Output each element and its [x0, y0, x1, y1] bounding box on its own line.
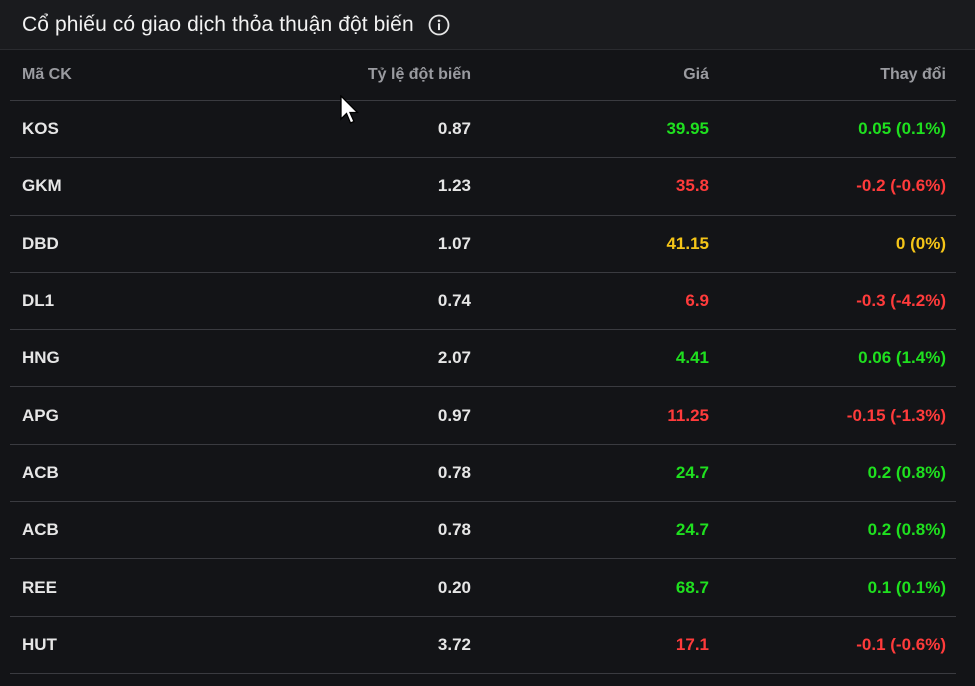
column-header-change[interactable]: Thay đổi — [709, 66, 946, 84]
cell-symbol: DBD — [22, 233, 59, 253]
cell-ratio: 0.78 — [437, 520, 471, 540]
table-row[interactable]: APG 0.97 11.25 -0.15 (-1.3%) — [10, 387, 956, 445]
cell-price: 17.1 — [675, 634, 709, 654]
info-icon[interactable] — [428, 14, 450, 36]
cell-price: 68.7 — [675, 577, 709, 597]
cell-ratio: 0.78 — [437, 462, 471, 482]
cell-ratio: 0.20 — [437, 577, 471, 597]
cell-symbol: APG — [22, 405, 59, 425]
table-row[interactable]: HUT 3.72 17.1 -0.1 (-0.6%) — [10, 617, 956, 674]
cell-price: 4.41 — [675, 348, 709, 368]
column-header-ratio[interactable]: Tỷ lệ đột biến — [260, 66, 471, 84]
cell-price: 39.95 — [666, 119, 709, 139]
cell-symbol: DL1 — [22, 291, 55, 311]
cell-change: 0.05 (0.1%) — [858, 119, 946, 139]
cell-change: -0.3 (-4.2%) — [856, 291, 946, 311]
cell-price: 35.8 — [675, 176, 709, 196]
block-trade-panel: Cổ phiếu có giao dịch thỏa thuận đột biế… — [0, 0, 975, 686]
cell-price: 24.7 — [675, 520, 709, 540]
cell-ratio: 0.74 — [437, 291, 471, 311]
table-row[interactable]: HNG 2.07 4.41 0.06 (1.4%) — [10, 330, 956, 388]
cell-symbol: KOS — [22, 119, 59, 139]
cell-ratio: 1.23 — [437, 176, 471, 196]
cell-change: -0.15 (-1.3%) — [846, 405, 946, 425]
cell-ratio: 0.97 — [437, 405, 471, 425]
table-row[interactable]: ACB 0.78 24.7 0.2 (0.8%) — [10, 502, 956, 560]
cell-symbol: HUT — [22, 634, 57, 654]
cell-ratio: 1.07 — [437, 233, 471, 253]
cell-ratio: 0.87 — [437, 119, 471, 139]
panel-title: Cổ phiếu có giao dịch thỏa thuận đột biế… — [22, 12, 414, 36]
mouse-cursor-icon — [340, 95, 360, 124]
cell-symbol: HNG — [22, 348, 60, 368]
column-header-price[interactable]: Giá — [471, 66, 709, 84]
cell-change: 0.1 (0.1%) — [867, 577, 946, 597]
cell-price: 11.25 — [667, 405, 709, 425]
cell-ratio: 3.72 — [437, 634, 471, 654]
table-body: KOS 0.87 39.95 0.05 (0.1%) GKM 1.23 35.8 -0.2 (… — [10, 101, 956, 674]
cell-change: 0.06 (1.4%) — [858, 348, 946, 368]
cell-price: 6.9 — [685, 291, 709, 311]
cell-symbol: ACB — [22, 462, 59, 482]
table-row[interactable]: DBD 1.07 41.15 0 (0%) — [10, 216, 956, 273]
cell-price: 24.7 — [675, 462, 709, 482]
cell-symbol: ACB — [22, 520, 59, 540]
cell-price: 41.15 — [666, 233, 709, 253]
cell-change: 0 (0%) — [895, 233, 946, 253]
panel-header: Cổ phiếu có giao dịch thỏa thuận đột biế… — [0, 0, 975, 50]
stock-table: Mã CK Tỷ lệ đột biến Giá Thay đổi KOS 0.8… — [10, 50, 956, 674]
cell-change: -0.2 (-0.6%) — [856, 176, 946, 196]
table-row[interactable]: REE 0.20 68.7 0.1 (0.1%) — [10, 559, 956, 617]
table-header-row: Mã CK Tỷ lệ đột biến Giá Thay đổi — [10, 50, 956, 101]
cell-symbol: REE — [22, 577, 57, 597]
table-row[interactable]: KOS 0.87 39.95 0.05 (0.1%) — [10, 101, 956, 159]
cell-change: -0.1 (-0.6%) — [856, 634, 946, 654]
cell-change: 0.2 (0.8%) — [867, 462, 946, 482]
table-row[interactable]: ACB 0.78 24.7 0.2 (0.8%) — [10, 445, 956, 503]
column-header-symbol[interactable]: Mã CK — [10, 66, 260, 84]
table-row[interactable]: DL1 0.74 6.9 -0.3 (-4.2%) — [10, 273, 956, 331]
cell-symbol: GKM — [22, 176, 62, 196]
cell-ratio: 2.07 — [437, 348, 471, 368]
table-row[interactable]: GKM 1.23 35.8 -0.2 (-0.6%) — [10, 158, 956, 216]
cell-change: 0.2 (0.8%) — [867, 520, 946, 540]
